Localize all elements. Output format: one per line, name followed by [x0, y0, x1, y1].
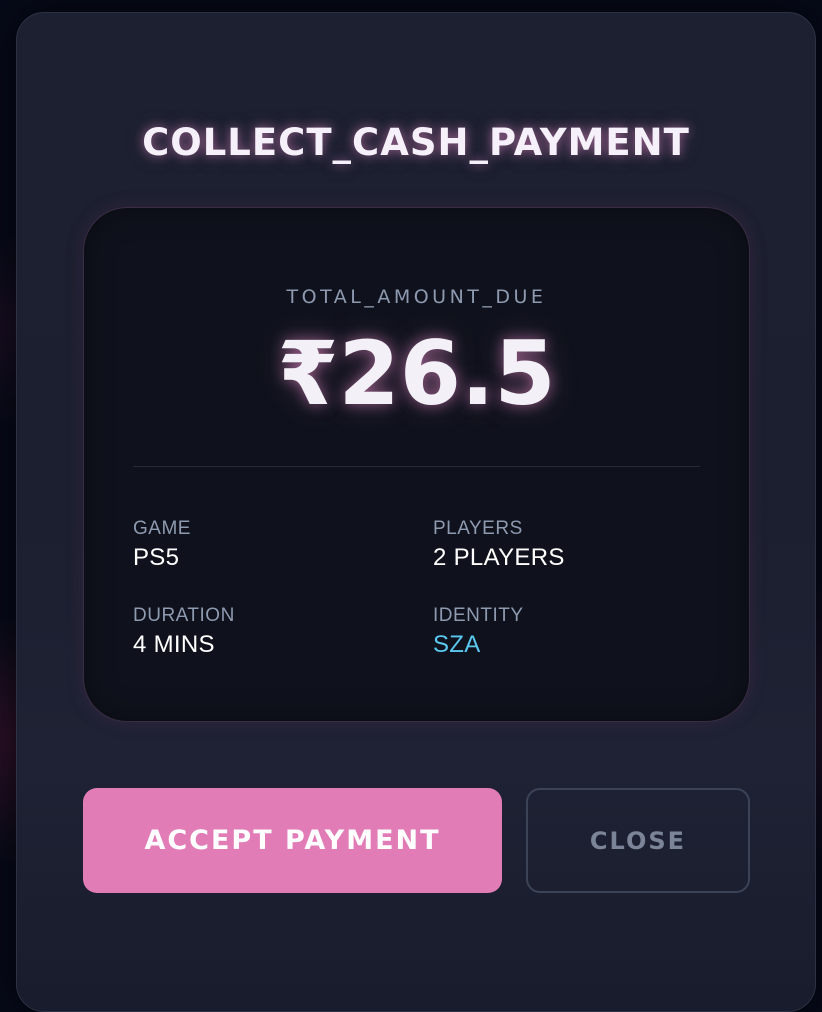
detail-game-value: PS5	[133, 544, 180, 571]
detail-game: GAME PS5	[133, 518, 393, 572]
detail-players: PLAYERS 2 PLAYERS	[433, 518, 693, 572]
detail-players-value: 2 PLAYERS	[433, 544, 565, 571]
total-amount: ₹26.5	[277, 322, 556, 425]
detail-identity-label: IDENTITY	[433, 605, 524, 626]
detail-identity: IDENTITY SZA	[433, 605, 693, 659]
total-due-label: TOTAL_AMOUNT_DUE	[286, 286, 547, 308]
divider	[133, 466, 700, 467]
close-button[interactable]: CLOSE	[526, 788, 750, 893]
accept-payment-button[interactable]: ACCEPT PAYMENT	[83, 788, 502, 893]
detail-game-label: GAME	[133, 518, 191, 539]
payment-summary-card: TOTAL_AMOUNT_DUE ₹26.5 GAME PS5 PLAYERS …	[83, 207, 750, 722]
detail-duration-label: DURATION	[133, 605, 235, 626]
detail-identity-value: SZA	[433, 631, 481, 658]
modal-title: COLLECT_CASH_PAYMENT	[142, 121, 690, 164]
detail-duration: DURATION 4 MINS	[133, 605, 393, 659]
payment-modal: COLLECT_CASH_PAYMENT TOTAL_AMOUNT_DUE ₹2…	[16, 12, 816, 1012]
detail-players-label: PLAYERS	[433, 518, 523, 539]
detail-duration-value: 4 MINS	[133, 631, 215, 658]
